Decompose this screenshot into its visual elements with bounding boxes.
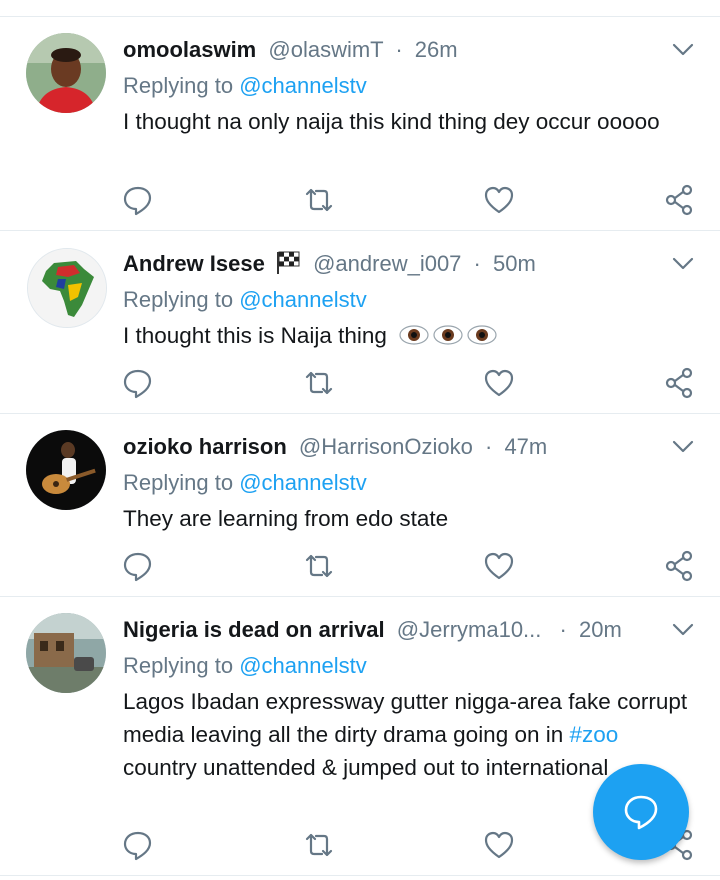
reply-icon[interactable]: [121, 828, 155, 862]
like-icon[interactable]: [482, 183, 516, 217]
tweet-actions: [0, 366, 720, 400]
top-divider: [0, 0, 720, 17]
tweet-text-part: country unattended & jumped out to inter…: [123, 755, 609, 780]
compose-reply-icon: [624, 795, 658, 830]
timestamp[interactable]: 26m: [415, 37, 458, 62]
replying-to: Replying to @channelstv: [123, 285, 367, 315]
replying-to-label: Replying to: [123, 470, 234, 495]
like-icon[interactable]: [482, 366, 516, 400]
retweet-icon[interactable]: [302, 828, 336, 862]
eyes-emoji-icon: [399, 325, 497, 345]
tweet-header: Nigeria is dead on arrival @Jerryma10...…: [123, 615, 660, 645]
retweet-icon[interactable]: [302, 549, 336, 583]
separator: ·: [484, 434, 493, 459]
tweet-text-container: I thought this is Naija thing: [123, 319, 696, 352]
replying-to-link[interactable]: @channelstv: [239, 653, 367, 678]
timestamp[interactable]: 20m: [579, 617, 622, 642]
timestamp[interactable]: 50m: [493, 251, 536, 276]
replying-to: Replying to @channelstv: [123, 71, 367, 101]
reply-icon[interactable]: [121, 183, 155, 217]
replying-to-label: Replying to: [123, 653, 234, 678]
display-name[interactable]: Andrew Isese: [123, 251, 265, 276]
display-name[interactable]: ozioko harrison: [123, 434, 287, 459]
avatar-africa-map-icon: [28, 249, 106, 327]
avatar[interactable]: [26, 430, 106, 510]
replying-to: Replying to @channelstv: [123, 468, 367, 498]
tweet-text-container: Lagos Ibadan expressway gutter nigga-are…: [123, 685, 696, 784]
user-handle[interactable]: @HarrisonOzioko: [299, 434, 473, 459]
share-icon[interactable]: [663, 366, 697, 400]
tweet-1[interactable]: omoolaswim @olaswimT · 26m Replying to @…: [0, 17, 720, 231]
tweet-header: omoolaswim @olaswimT · 26m: [123, 35, 660, 65]
tweet-text: I thought this is Naija thing: [123, 323, 387, 348]
tweet-text: They are learning from edo state: [123, 506, 449, 531]
tweet-2[interactable]: Andrew Isese @andrew_i007 · 50m Replying…: [0, 231, 720, 414]
separator: ·: [395, 37, 403, 62]
separator: ·: [559, 617, 567, 642]
retweet-icon[interactable]: [302, 183, 336, 217]
user-handle[interactable]: @Jerryma10...: [397, 617, 542, 642]
separator: ·: [473, 251, 481, 276]
avatar-guitar-player-icon: [26, 430, 106, 510]
tweet-actions: [0, 183, 720, 217]
tweet-header: Andrew Isese @andrew_i007 · 50m: [123, 249, 660, 279]
display-name[interactable]: omoolaswim: [123, 37, 256, 62]
like-icon[interactable]: [482, 828, 516, 862]
tweet-header: ozioko harrison @HarrisonOzioko · 47m: [123, 432, 660, 462]
retweet-icon[interactable]: [302, 366, 336, 400]
like-icon[interactable]: [482, 549, 516, 583]
tweet-3[interactable]: ozioko harrison @HarrisonOzioko · 47m Re…: [0, 414, 720, 597]
reply-icon[interactable]: [121, 366, 155, 400]
compose-reply-button[interactable]: [593, 764, 689, 860]
chevron-down-icon[interactable]: [672, 43, 694, 57]
share-icon[interactable]: [663, 549, 697, 583]
avatar-man-red-shirt-icon: [26, 33, 106, 113]
chevron-down-icon[interactable]: [672, 440, 694, 454]
share-icon[interactable]: [663, 183, 697, 217]
chevron-down-icon[interactable]: [672, 257, 694, 271]
replying-to-link[interactable]: @channelstv: [239, 73, 367, 98]
avatar[interactable]: [26, 33, 106, 113]
timestamp[interactable]: 47m: [504, 434, 547, 459]
chevron-down-icon[interactable]: [672, 623, 694, 637]
hashtag-link[interactable]: #zoo: [570, 722, 619, 747]
avatar[interactable]: [26, 613, 106, 693]
replying-to: Replying to @channelstv: [123, 651, 367, 681]
tweet-actions: [0, 549, 720, 583]
replying-to-label: Replying to: [123, 287, 234, 312]
avatar[interactable]: [27, 248, 107, 328]
replying-to-label: Replying to: [123, 73, 234, 98]
user-handle[interactable]: @olaswimT: [268, 37, 383, 62]
tweet-text: I thought na only naija this kind thing …: [123, 109, 660, 134]
replying-to-link[interactable]: @channelstv: [239, 287, 367, 312]
avatar-street-photo-icon: [26, 613, 106, 693]
checkered-flag-icon: [276, 251, 300, 274]
replying-to-link[interactable]: @channelstv: [239, 470, 367, 495]
user-handle[interactable]: @andrew_i007: [313, 251, 461, 276]
display-name[interactable]: Nigeria is dead on arrival: [123, 617, 385, 642]
reply-icon[interactable]: [121, 549, 155, 583]
